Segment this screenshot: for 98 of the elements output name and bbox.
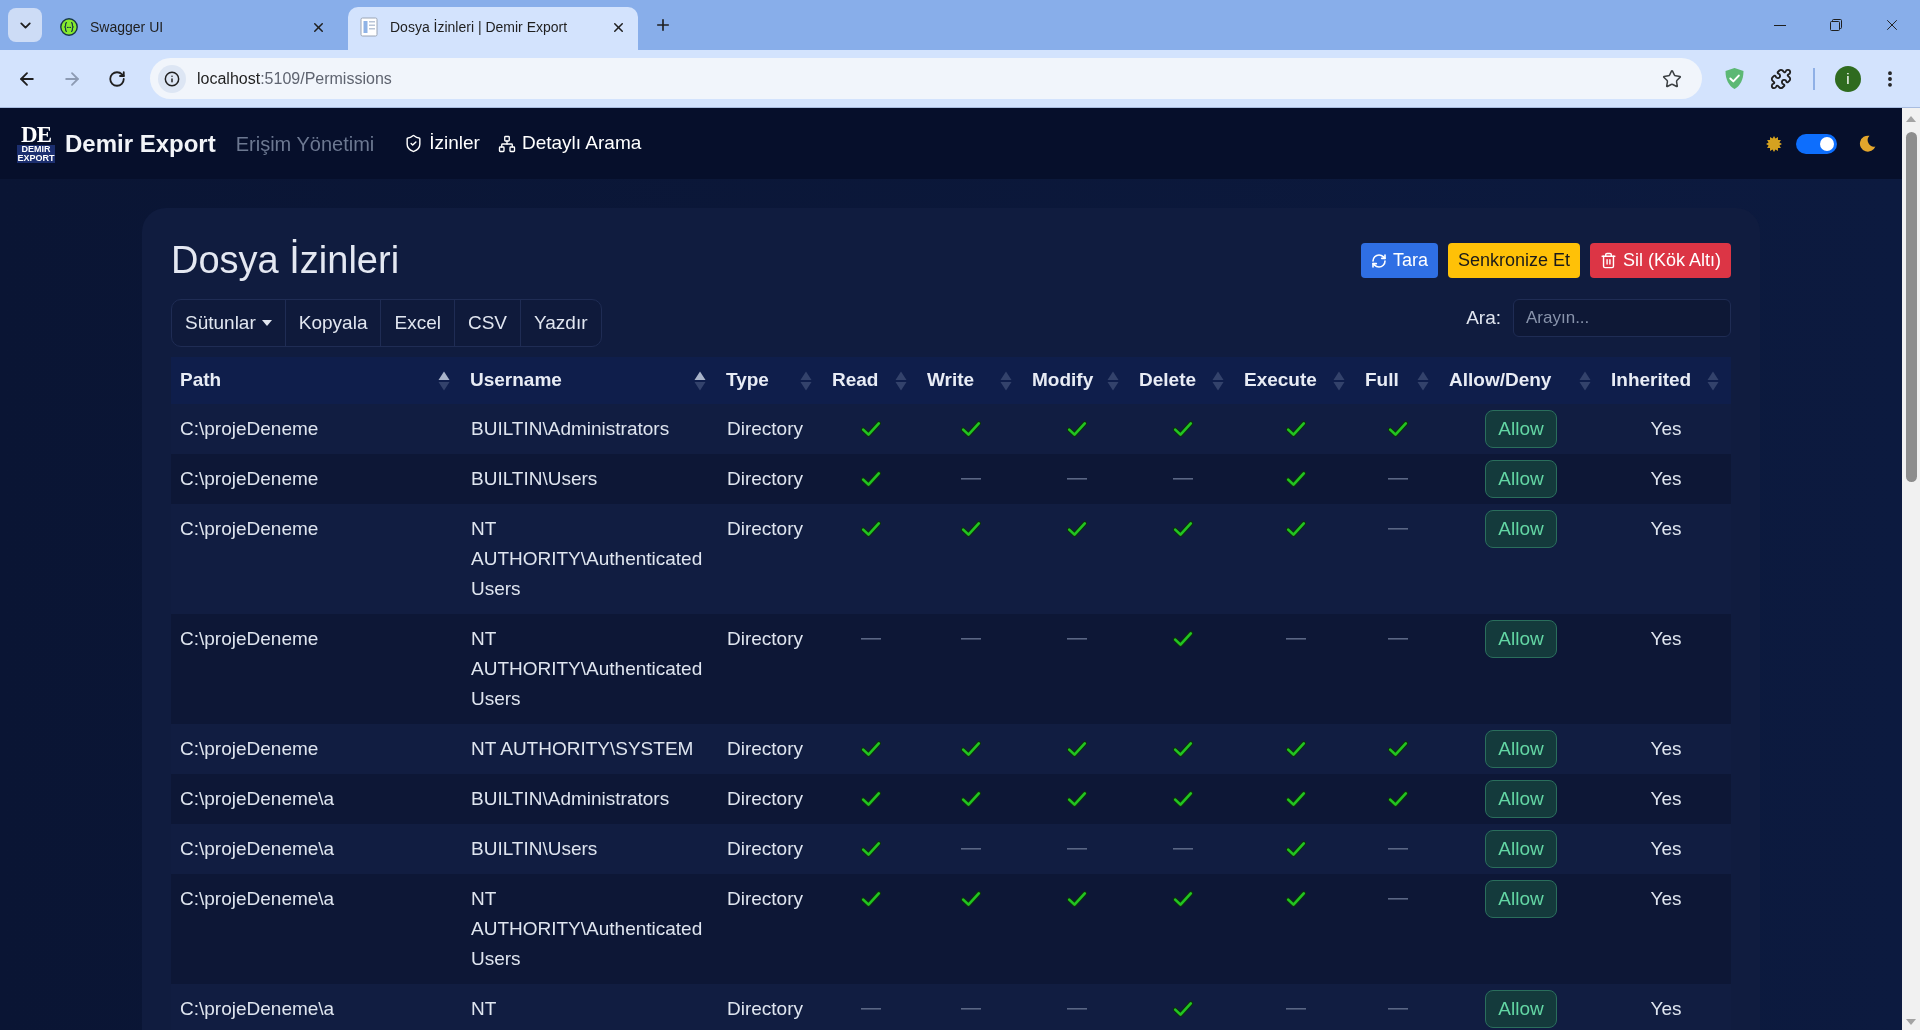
plus-icon [654, 16, 672, 34]
tab-search-button[interactable] [8, 8, 42, 42]
action-button[interactable]: Senkronize Et [1447, 243, 1580, 278]
table-cell: C:\projeDeneme\a [180, 788, 335, 809]
address-bar[interactable]: localhost:5109/Permissions [150, 58, 1702, 99]
table-cell: C:\projeDeneme [180, 738, 319, 759]
browser-tab[interactable]: Dosya İzinleri | Demir Export [348, 7, 638, 50]
allow-badge: Allow [1485, 990, 1557, 1028]
sun-icon [1766, 135, 1782, 152]
action-button[interactable]: Sil (Kök Altı) [1589, 243, 1731, 278]
search-label: Ara: [1466, 305, 1501, 330]
shield-check-icon [404, 134, 424, 153]
restore-icon [1830, 19, 1842, 31]
minimize-icon [1774, 24, 1786, 26]
column-header[interactable]: Full [1356, 357, 1440, 404]
table-cell-text: Yes [1650, 467, 1682, 491]
scrollbar[interactable] [1902, 108, 1920, 1030]
table-cell: C:\projeDeneme\a [180, 838, 335, 859]
toolbar-button[interactable]: Yazdır [520, 300, 601, 346]
table-cell: NT AUTHORITY\SYSTEM [471, 738, 694, 759]
table-cell-text: Yes [1650, 417, 1682, 441]
table-cell-text: Yes [1650, 887, 1682, 911]
braces-logo-icon [60, 18, 78, 36]
table-cell-text: Yes [1650, 837, 1682, 861]
table-cell: Directory [727, 888, 803, 909]
table-cell: Directory [727, 418, 803, 439]
reload-icon [108, 69, 126, 88]
table-cell: BUILTIN\Administrators [471, 788, 670, 809]
table-cell-text: Yes [1650, 627, 1682, 651]
search-field[interactable]: Arayın... [1513, 299, 1731, 337]
table-cell-text: Yes [1650, 737, 1682, 761]
document-icon [360, 17, 378, 37]
nav-link[interactable]: İzinler [404, 129, 480, 158]
column-header[interactable]: Delete [1130, 357, 1235, 404]
brand-name[interactable]: Demir Export [65, 125, 216, 162]
table-cell: Directory [727, 628, 803, 649]
profile-avatar[interactable]: i [1835, 65, 1861, 92]
toolbar-button[interactable]: Excel [380, 300, 454, 346]
site-info-icon[interactable] [158, 64, 186, 93]
toolbar-button[interactable]: CSV [453, 300, 520, 346]
logo-subtext: DEMIR EXPORT [17, 145, 55, 163]
refresh-icon [1370, 252, 1387, 269]
table-cell: Directory [727, 738, 803, 759]
table-cell: Directory [727, 838, 803, 859]
table-cell-text: Yes [1650, 787, 1682, 811]
table-cell: NT AUTHORITY\Authenticated Users [471, 628, 703, 709]
table-cell: Directory [727, 468, 803, 489]
table-cell: Directory [727, 788, 803, 809]
allow-badge: Allow [1485, 510, 1557, 548]
allow-badge: Allow [1485, 880, 1557, 918]
column-header[interactable]: Path [171, 357, 461, 404]
page-title: Dosya İzinleri [171, 238, 400, 283]
table-cell: NT [471, 998, 497, 1019]
table-cell: C:\projeDeneme [180, 418, 319, 439]
theme-switch[interactable] [1796, 133, 1837, 154]
scrollbar-thumb[interactable] [1905, 132, 1917, 482]
table-cell: C:\projeDeneme\a [180, 998, 335, 1019]
allow-badge: Allow [1485, 620, 1557, 658]
column-header[interactable]: Write [918, 357, 1023, 404]
column-header[interactable]: Type [717, 357, 823, 404]
shield-check-icon[interactable] [1724, 67, 1745, 90]
table-cell: C:\projeDeneme [180, 518, 319, 539]
table-cell: Directory [727, 518, 803, 539]
column-header[interactable]: Modify [1023, 357, 1130, 404]
logo-mark: DE [21, 124, 51, 145]
table-cell: C:\projeDeneme [180, 628, 319, 649]
table-cell: C:\projeDeneme [180, 468, 319, 489]
table-cell: Directory [727, 998, 803, 1019]
allow-badge: Allow [1485, 830, 1557, 868]
nav-link[interactable]: Detaylı Arama [497, 129, 642, 158]
toolbar-button[interactable]: Kopyala [284, 300, 381, 346]
table-cell-text: Yes [1650, 517, 1682, 541]
trash-icon [1599, 252, 1617, 269]
table-cell-text: Yes [1650, 997, 1682, 1021]
table-cell: NT AUTHORITY\Authenticated Users [471, 888, 703, 969]
column-header[interactable]: Allow/Deny [1440, 357, 1602, 404]
caret-icon [261, 320, 272, 326]
column-header[interactable]: Username [461, 357, 717, 404]
allow-badge: Allow [1485, 780, 1557, 818]
allow-badge: Allow [1485, 410, 1557, 448]
column-header[interactable]: Execute [1235, 357, 1356, 404]
sitemap-icon [497, 134, 516, 153]
allow-badge: Allow [1485, 730, 1557, 768]
column-header[interactable]: Read [823, 357, 918, 404]
table-cell: BUILTIN\Administrators [471, 418, 670, 439]
table-cell: BUILTIN\Users [471, 838, 598, 859]
browser-tab[interactable]: Swagger UI [48, 7, 338, 50]
puzzle-icon[interactable] [1770, 67, 1792, 90]
bookmark-star-icon[interactable] [1662, 68, 1682, 89]
column-header[interactable]: Inherited [1602, 357, 1730, 404]
table-cell: NT AUTHORITY\Authenticated Users [471, 518, 703, 599]
toolbar-button[interactable]: Sütunlar [172, 300, 285, 346]
table-cell: BUILTIN\Users [471, 468, 598, 489]
table-cell: C:\projeDeneme\a [180, 888, 335, 909]
action-button[interactable]: Tara [1360, 243, 1438, 278]
section-title: Erişim Yönetimi [235, 131, 375, 157]
allow-badge: Allow [1485, 460, 1557, 498]
crescent-moon-icon [1859, 135, 1876, 152]
